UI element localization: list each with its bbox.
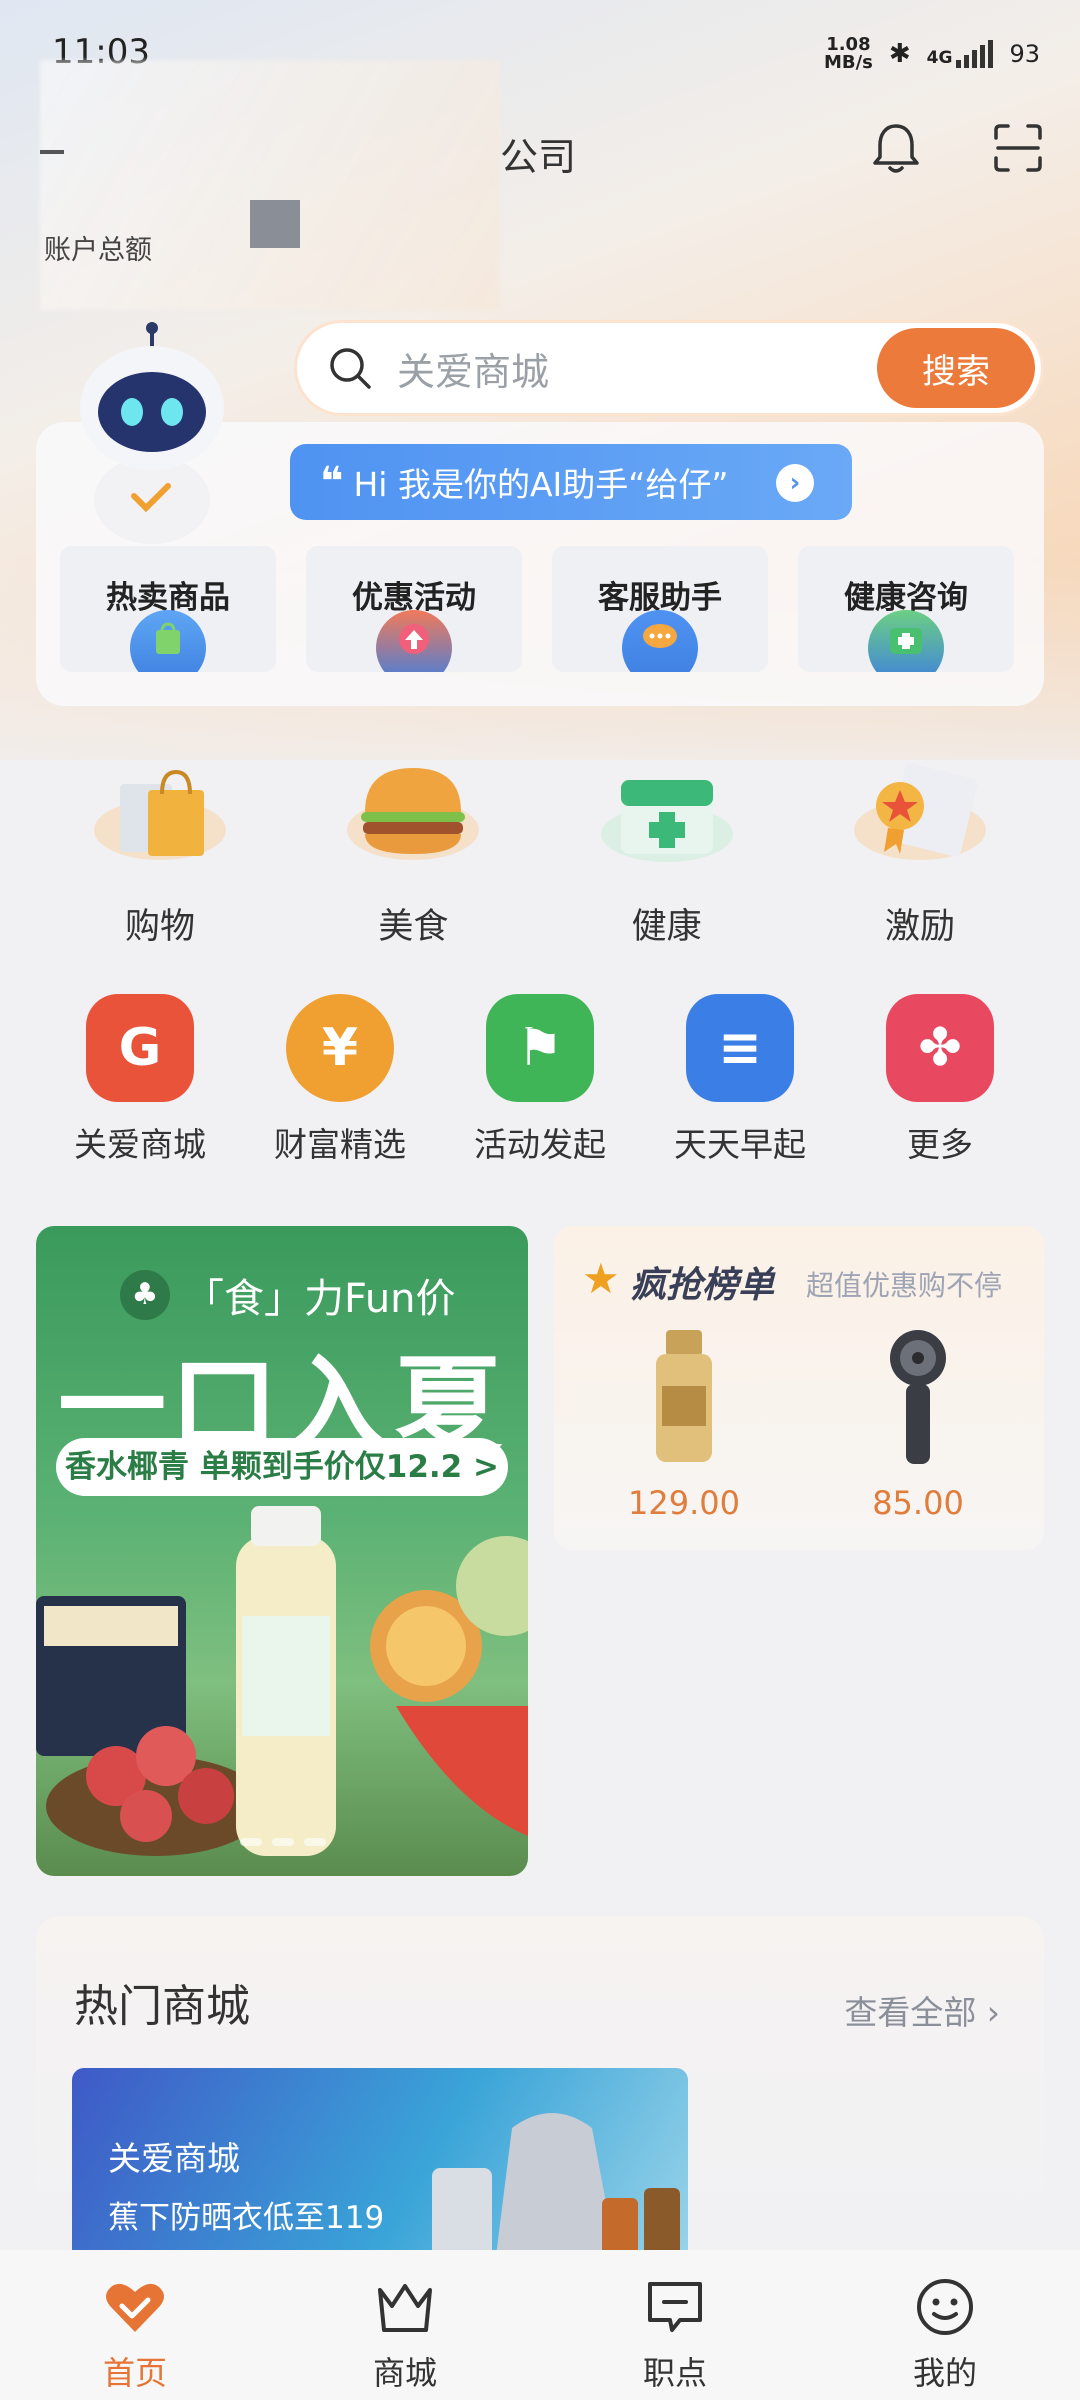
status-bar-right: 1.08 MB/s ✱ 4G 93: [824, 36, 1040, 72]
carousel-dots: [240, 1838, 326, 1846]
mall-g-icon: G: [86, 994, 194, 1102]
app-guanai-mall[interactable]: G 关爱商城: [40, 994, 240, 1166]
banner-food-image: [36, 1506, 528, 1856]
certificate-icon: [853, 763, 986, 860]
ai-robot-mascot-icon[interactable]: [70, 320, 230, 550]
hot-banner-title: 关爱商城: [108, 2139, 240, 2178]
search-button[interactable]: 搜索: [877, 328, 1035, 408]
upload-arrow-icon: [376, 610, 452, 672]
palm-tree-icon: ♣: [120, 1270, 170, 1320]
hot-banner-subtitle: 蕉下防晒衣低至119: [108, 2200, 385, 2236]
signal-bars-icon: [956, 40, 994, 68]
nav-home[interactable]: 首页: [35, 2276, 235, 2394]
banner-subtitle: 「食」力Fun价: [184, 1276, 456, 1322]
nav-job-points[interactable]: 职点: [575, 2276, 775, 2394]
ranking-product-2[interactable]: 85.00: [818, 1326, 1018, 1522]
bottom-navigation: 首页 商城 职点 我的: [0, 2250, 1080, 2400]
company-name[interactable]: 公司: [500, 126, 576, 181]
crown-icon: [378, 2284, 432, 2332]
category-incentive[interactable]: 激励: [820, 750, 1020, 949]
bell-icon[interactable]: [866, 118, 926, 178]
network-speed: 1.08 MB/s: [823, 34, 873, 73]
ai-greeting-text: Hi 我是你的AI助手“给仔”: [353, 465, 729, 504]
medical-box-icon: [600, 780, 733, 862]
ranking-product-1[interactable]: 129.00: [584, 1326, 784, 1522]
ai-card-hot-products[interactable]: 热卖商品: [60, 546, 276, 672]
see-all-link[interactable]: 查看全部 ›: [844, 1986, 1000, 2034]
ai-greeting-bubble[interactable]: ❝ Hi 我是你的AI助手“给仔” ›: [290, 444, 852, 520]
bluetooth-icon: ✱: [888, 39, 911, 69]
network-type: 4G: [926, 48, 953, 68]
product-price: 129.00: [628, 1484, 740, 1522]
star-icon: ★: [582, 1254, 620, 1303]
piggy-bank-icon: ¥: [286, 994, 394, 1102]
message-square-icon: [648, 2282, 702, 2332]
battery-level: 93: [1009, 40, 1040, 68]
ai-card-customer-service[interactable]: 客服助手: [552, 546, 768, 672]
blurred-dash: [40, 150, 64, 154]
search-input[interactable]: 关爱商城: [397, 341, 877, 396]
shopping-bag-icon: [94, 769, 226, 860]
app-wealth-picks[interactable]: ¥ 财富精选: [240, 994, 440, 1166]
nav-mall[interactable]: 商城: [305, 2276, 505, 2394]
ai-card-health-consult[interactable]: 健康咨询: [798, 546, 1014, 672]
shopping-bag-icon: [130, 610, 206, 672]
product-price: 85.00: [872, 1484, 964, 1522]
flag-icon: ⚑: [486, 994, 594, 1102]
chevron-right-icon: ›: [776, 464, 814, 502]
balance-value-mosaic: [250, 200, 300, 248]
home-heart-icon: [106, 2283, 164, 2332]
category-row: 购物 美食 健康 激励: [60, 750, 1020, 949]
balance-label: 账户总额: [44, 235, 152, 266]
category-health[interactable]: 健康: [567, 750, 767, 949]
category-shopping[interactable]: 购物: [60, 750, 260, 949]
quote-icon: ❝: [320, 459, 344, 505]
hot-ranking-card[interactable]: ★ 疯抢榜单 超值优惠购不停 129.00 85.00: [554, 1226, 1044, 1550]
signal-indicator: 4G: [927, 40, 994, 68]
app-launch-activity[interactable]: ⚑ 活动发起: [440, 994, 640, 1166]
app-more[interactable]: ✤ 更多: [840, 994, 1040, 1166]
hot-mall-title: 热门商城: [74, 1981, 250, 2032]
promo-banner[interactable]: ♣ 「食」力Fun价 一口入夏 香水椰青 单颗到手价仅12.2 >: [36, 1226, 528, 1876]
category-food[interactable]: 美食: [313, 750, 513, 949]
handheld-fan-icon: [890, 1330, 946, 1464]
app-early-rise[interactable]: ≡ 天天早起: [640, 994, 840, 1166]
sunscreen-bottle-icon: [656, 1330, 712, 1462]
search-bar[interactable]: 关爱商城 搜索: [294, 320, 1044, 416]
chat-bubble-icon: [622, 610, 698, 672]
blurred-company-info: [40, 60, 500, 310]
clover-grid-icon: ✤: [886, 994, 994, 1102]
document-icon: ≡: [686, 994, 794, 1102]
app-shortcut-row: G 关爱商城 ¥ 财富精选 ⚑ 活动发起 ≡ 天天早起 ✤ 更多: [40, 994, 1040, 1166]
ai-shortcut-cards: 热卖商品 优惠活动 客服助手 健康咨询: [60, 546, 1020, 672]
ranking-subtitle: 超值优惠购不停: [806, 1269, 1003, 1302]
scan-icon[interactable]: [988, 118, 1048, 178]
smiley-icon: [917, 2279, 973, 2335]
ranking-title: 疯抢榜单: [630, 1265, 775, 1306]
ai-card-promotions[interactable]: 优惠活动: [306, 546, 522, 672]
search-icon: [330, 348, 371, 389]
hamburger-icon: [347, 768, 480, 860]
nav-mine[interactable]: 我的: [845, 2276, 1045, 2394]
banner-promo-pill[interactable]: 香水椰青 单颗到手价仅12.2 >: [56, 1438, 508, 1496]
medical-kit-icon: [868, 610, 944, 672]
